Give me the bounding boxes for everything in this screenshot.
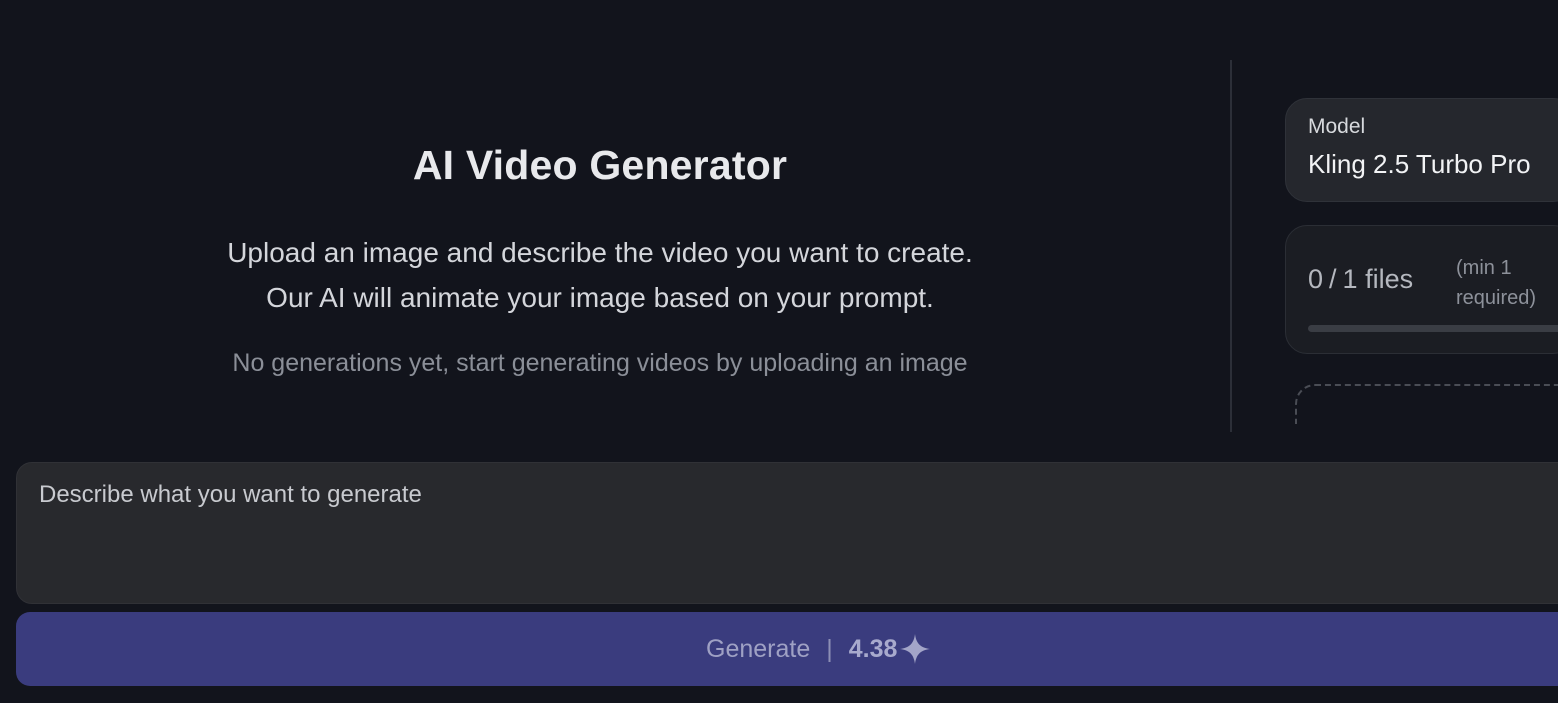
files-separator: / bbox=[1329, 264, 1337, 294]
video-generator-page: AI Video Generator Upload an image and d… bbox=[0, 0, 1558, 703]
page-title: AI Video Generator bbox=[412, 142, 788, 188]
generate-button[interactable]: Generate | 4.38 bbox=[16, 612, 1558, 686]
files-progress-bar bbox=[1308, 325, 1558, 332]
generate-label: Generate bbox=[706, 634, 811, 663]
generate-button-content: Generate | 4.38 bbox=[706, 612, 931, 686]
description-line-1: Upload an image and describe the video y… bbox=[227, 237, 973, 268]
files-unit: files bbox=[1365, 264, 1414, 294]
files-current-count: 0 bbox=[1308, 264, 1324, 294]
image-dropzone[interactable] bbox=[1295, 384, 1558, 424]
files-requirement-line-2: required) bbox=[1456, 287, 1537, 309]
panel-divider bbox=[1230, 60, 1232, 432]
model-selector[interactable]: Model Kling 2.5 Turbo Pro bbox=[1285, 98, 1558, 202]
sparkle-icon bbox=[899, 633, 931, 665]
files-count: 0/1 files bbox=[1308, 264, 1413, 295]
empty-state-message: No generations yet, start generating vid… bbox=[232, 349, 968, 377]
page-description: Upload an image and describe the video y… bbox=[0, 230, 1200, 320]
file-upload-status: 0/1 files (min 1 required) bbox=[1285, 225, 1558, 354]
prompt-container bbox=[16, 462, 1558, 604]
description-line-2: Our AI will animate your image based on … bbox=[266, 282, 934, 313]
files-requirement-line-1: (min 1 bbox=[1456, 257, 1512, 279]
model-label: Model bbox=[1308, 115, 1366, 138]
model-value: Kling 2.5 Turbo Pro bbox=[1308, 149, 1531, 179]
generate-cost: 4.38 bbox=[848, 634, 898, 663]
generate-separator: | bbox=[826, 634, 833, 663]
prompt-input[interactable] bbox=[39, 481, 1539, 581]
files-max-count: 1 bbox=[1342, 264, 1358, 294]
files-requirement: (min 1 required) bbox=[1456, 253, 1536, 313]
